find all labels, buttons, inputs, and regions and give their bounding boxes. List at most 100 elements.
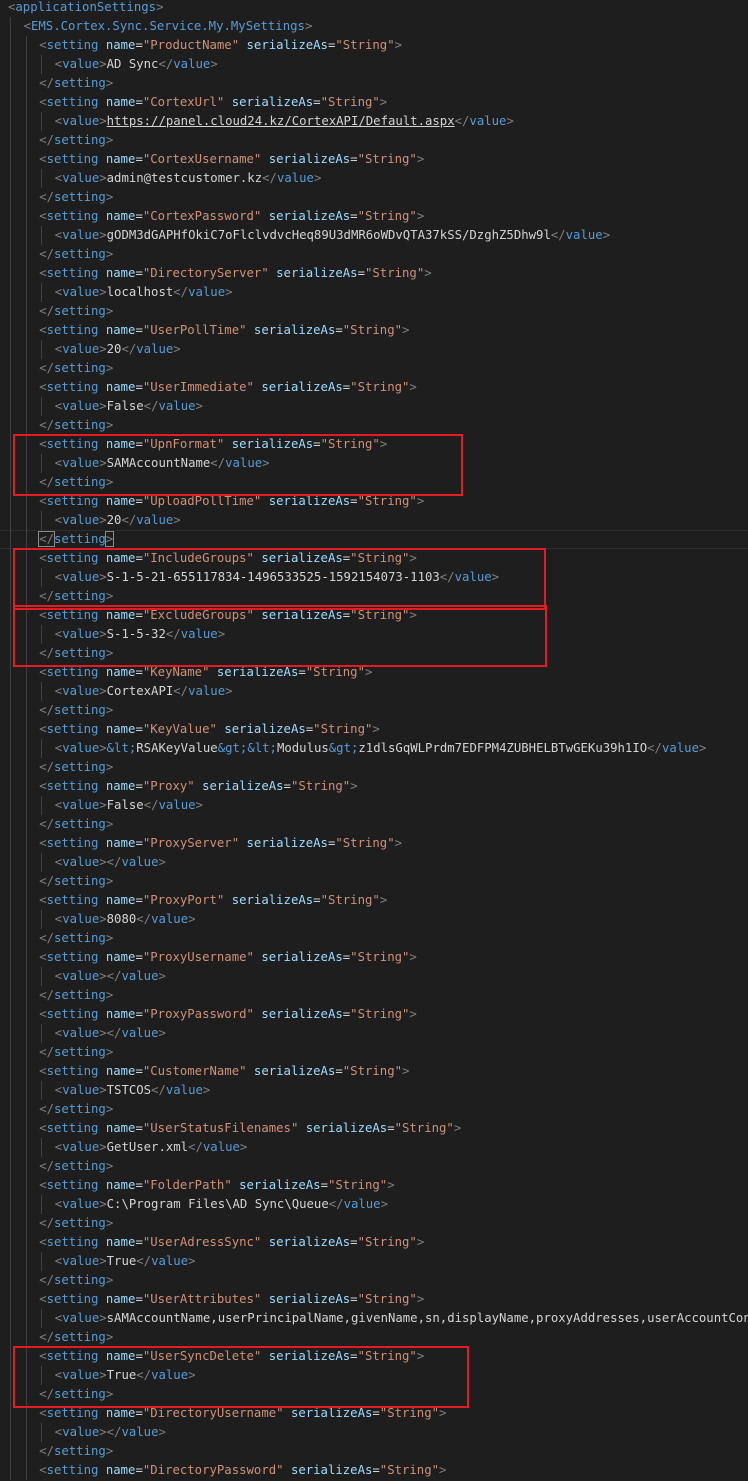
setting-open-line[interactable]: <setting name="ProxyPort" serializeAs="S… — [0, 891, 748, 910]
setting-value-line[interactable]: <value>False</value> — [0, 796, 748, 815]
equals-sign: = — [135, 38, 143, 52]
setting-value-line[interactable]: <value></value> — [0, 967, 748, 986]
line-content: <value>8080</value> — [55, 910, 196, 929]
setting-tag-name: setting — [54, 931, 106, 945]
setting-value-line[interactable]: <value>gODM3dGAPHfOkiC7oFlclvdvcHeq89U3d… — [0, 226, 748, 245]
setting-close-line[interactable]: </setting> — [0, 1214, 748, 1233]
indent-guide — [10, 1214, 11, 1233]
indent-guide — [25, 1119, 27, 1138]
setting-close-line[interactable]: </setting> — [0, 416, 748, 435]
setting-value-line[interactable]: <value>False</value> — [0, 397, 748, 416]
setting-value-line[interactable]: <value>20</value> — [0, 340, 748, 359]
setting-close-line[interactable]: </setting> — [0, 929, 748, 948]
setting-close-line[interactable]: </setting> — [0, 1442, 748, 1461]
value-tag-name: value — [62, 342, 100, 356]
setting-value-line[interactable]: <value>8080</value> — [0, 910, 748, 929]
indent-guide — [25, 720, 27, 739]
setting-close-line[interactable]: </setting> — [0, 131, 748, 150]
setting-value-line[interactable]: <value>True</value> — [0, 1252, 748, 1271]
setting-close-line[interactable]: </setting> — [0, 1043, 748, 1062]
setting-close-line[interactable]: </setting> — [0, 530, 748, 549]
setting-value-line[interactable]: <value></value> — [0, 1024, 748, 1043]
setting-value-line[interactable]: <value>admin@testcustomer.kz</value> — [0, 169, 748, 188]
indent-guide — [25, 1100, 27, 1119]
setting-close-line[interactable]: </setting> — [0, 1100, 748, 1119]
setting-close-line[interactable]: </setting> — [0, 74, 748, 93]
serialize-value: String — [335, 1178, 380, 1192]
setting-value-line[interactable]: <value>https://panel.cloud24.kz/CortexAP… — [0, 112, 748, 131]
url-link[interactable]: https://panel.cloud24.kz/CortexAPI/Defau… — [107, 114, 455, 128]
setting-tag-name: setting — [46, 1007, 99, 1021]
indent-guide — [10, 473, 11, 492]
setting-value-line[interactable]: <value>localhost</value> — [0, 283, 748, 302]
setting-open-line[interactable]: <setting name="ProxyServer" serializeAs=… — [0, 834, 748, 853]
equals-sign: = — [357, 266, 365, 280]
setting-open-line[interactable]: <setting name="DirectoryPassword" serial… — [0, 1461, 748, 1480]
tag-bracket: > — [105, 1102, 114, 1116]
setting-open-line[interactable]: <setting name="CortexPassword" serialize… — [0, 207, 748, 226]
setting-close-line[interactable]: </setting> — [0, 872, 748, 891]
setting-open-line[interactable]: <setting name="UserImmediate" serializeA… — [0, 378, 748, 397]
setting-close-line[interactable]: </setting> — [0, 302, 748, 321]
indent-guide — [41, 55, 43, 74]
setting-value-line[interactable]: <value>GetUser.xml</value> — [0, 1138, 748, 1157]
setting-close-line[interactable]: </setting> — [0, 1271, 748, 1290]
setting-close-line[interactable]: </setting> — [0, 758, 748, 777]
value-tag-name: value — [188, 285, 226, 299]
setting-close-line[interactable]: </setting> — [0, 245, 748, 264]
setting-value-line[interactable]: <value>sAMAccountName,userPrincipalName,… — [0, 1309, 748, 1328]
indent-guide — [25, 1290, 27, 1309]
indent-guide — [10, 131, 11, 150]
setting-open-line[interactable]: <setting name="ProxyPassword" serializeA… — [0, 1005, 748, 1024]
setting-close-line[interactable]: </setting> — [0, 359, 748, 378]
line-content: <setting name="UserAdressSync" serialize… — [39, 1233, 424, 1252]
setting-close-line[interactable]: </setting> — [0, 1157, 748, 1176]
setting-open-line[interactable]: <setting name="DirectoryServer" serializ… — [0, 264, 748, 283]
code-line-section[interactable]: <EMS.Cortex.Sync.Service.My.MySettings> — [0, 17, 748, 36]
setting-value-line[interactable]: <value>TSTCOS</value> — [0, 1081, 748, 1100]
setting-open-line[interactable]: <setting name="KeyValue" serializeAs="St… — [0, 720, 748, 739]
setting-open-line[interactable]: <setting name="FolderPath" serializeAs="… — [0, 1176, 748, 1195]
setting-value-line[interactable]: <value>20</value> — [0, 511, 748, 530]
equals-sign: = — [135, 1235, 143, 1249]
setting-close-line[interactable]: </setting> — [0, 701, 748, 720]
setting-open-line[interactable]: <setting name="UserAdressSync" serialize… — [0, 1233, 748, 1252]
setting-open-line[interactable]: <setting name="ProductName" serializeAs=… — [0, 36, 748, 55]
setting-value-line[interactable]: <value>CortexAPI</value> — [0, 682, 748, 701]
line-content: </setting> — [39, 872, 113, 891]
setting-value-line[interactable]: <value>C:\Program Files\AD Sync\Queue</v… — [0, 1195, 748, 1214]
tag-bracket: > — [99, 57, 107, 71]
value-tag-name: value — [661, 741, 699, 755]
setting-value-line[interactable]: <value></value> — [0, 853, 748, 872]
tag-bracket: > — [350, 779, 358, 793]
line-content: </setting> — [39, 359, 113, 378]
string-quote: " — [246, 380, 254, 394]
setting-open-line[interactable]: <setting name="CortexUrl" serializeAs="S… — [0, 93, 748, 112]
equals-sign: = — [372, 1406, 380, 1420]
setting-open-line[interactable]: <setting name="Proxy" serializeAs="Strin… — [0, 777, 748, 796]
code-editor[interactable]: <applicationSettings> <EMS.Cortex.Sync.Se… — [0, 0, 748, 1481]
setting-open-line[interactable]: <setting name="ProxyUsername" serializeA… — [0, 948, 748, 967]
name-attribute: name — [105, 836, 136, 850]
tag-bracket: > — [105, 190, 114, 204]
setting-value-line[interactable]: <value>AD Sync</value> — [0, 55, 748, 74]
value-tag-name: value — [202, 1140, 240, 1154]
indent-guide — [25, 340, 27, 359]
setting-close-line[interactable]: </setting> — [0, 815, 748, 834]
setting-close-line[interactable]: </setting> — [0, 188, 748, 207]
indent-guide — [25, 1423, 27, 1442]
setting-open-line[interactable]: <setting name="UserAttributes" serialize… — [0, 1290, 748, 1309]
setting-open-line[interactable]: <setting name="UserStatusFilenames" seri… — [0, 1119, 748, 1138]
setting-close-line[interactable]: </setting> — [0, 986, 748, 1005]
setting-open-line[interactable]: <setting name="UserPollTime" serializeAs… — [0, 321, 748, 340]
setting-value-line[interactable]: <value>&lt;RSAKeyValue&gt;&lt;Modulus&gt… — [0, 739, 748, 758]
setting-open-line[interactable]: <setting name="CortexUsername" serialize… — [0, 150, 748, 169]
indent-guide — [10, 872, 11, 891]
setting-value-line[interactable]: <value></value> — [0, 1423, 748, 1442]
setting-open-line[interactable]: <setting name="CustomerName" serializeAs… — [0, 1062, 748, 1081]
indent-guide — [25, 283, 27, 302]
setting-close-line[interactable]: </setting> — [0, 1328, 748, 1347]
code-line-root[interactable]: <applicationSettings> — [0, 0, 748, 17]
